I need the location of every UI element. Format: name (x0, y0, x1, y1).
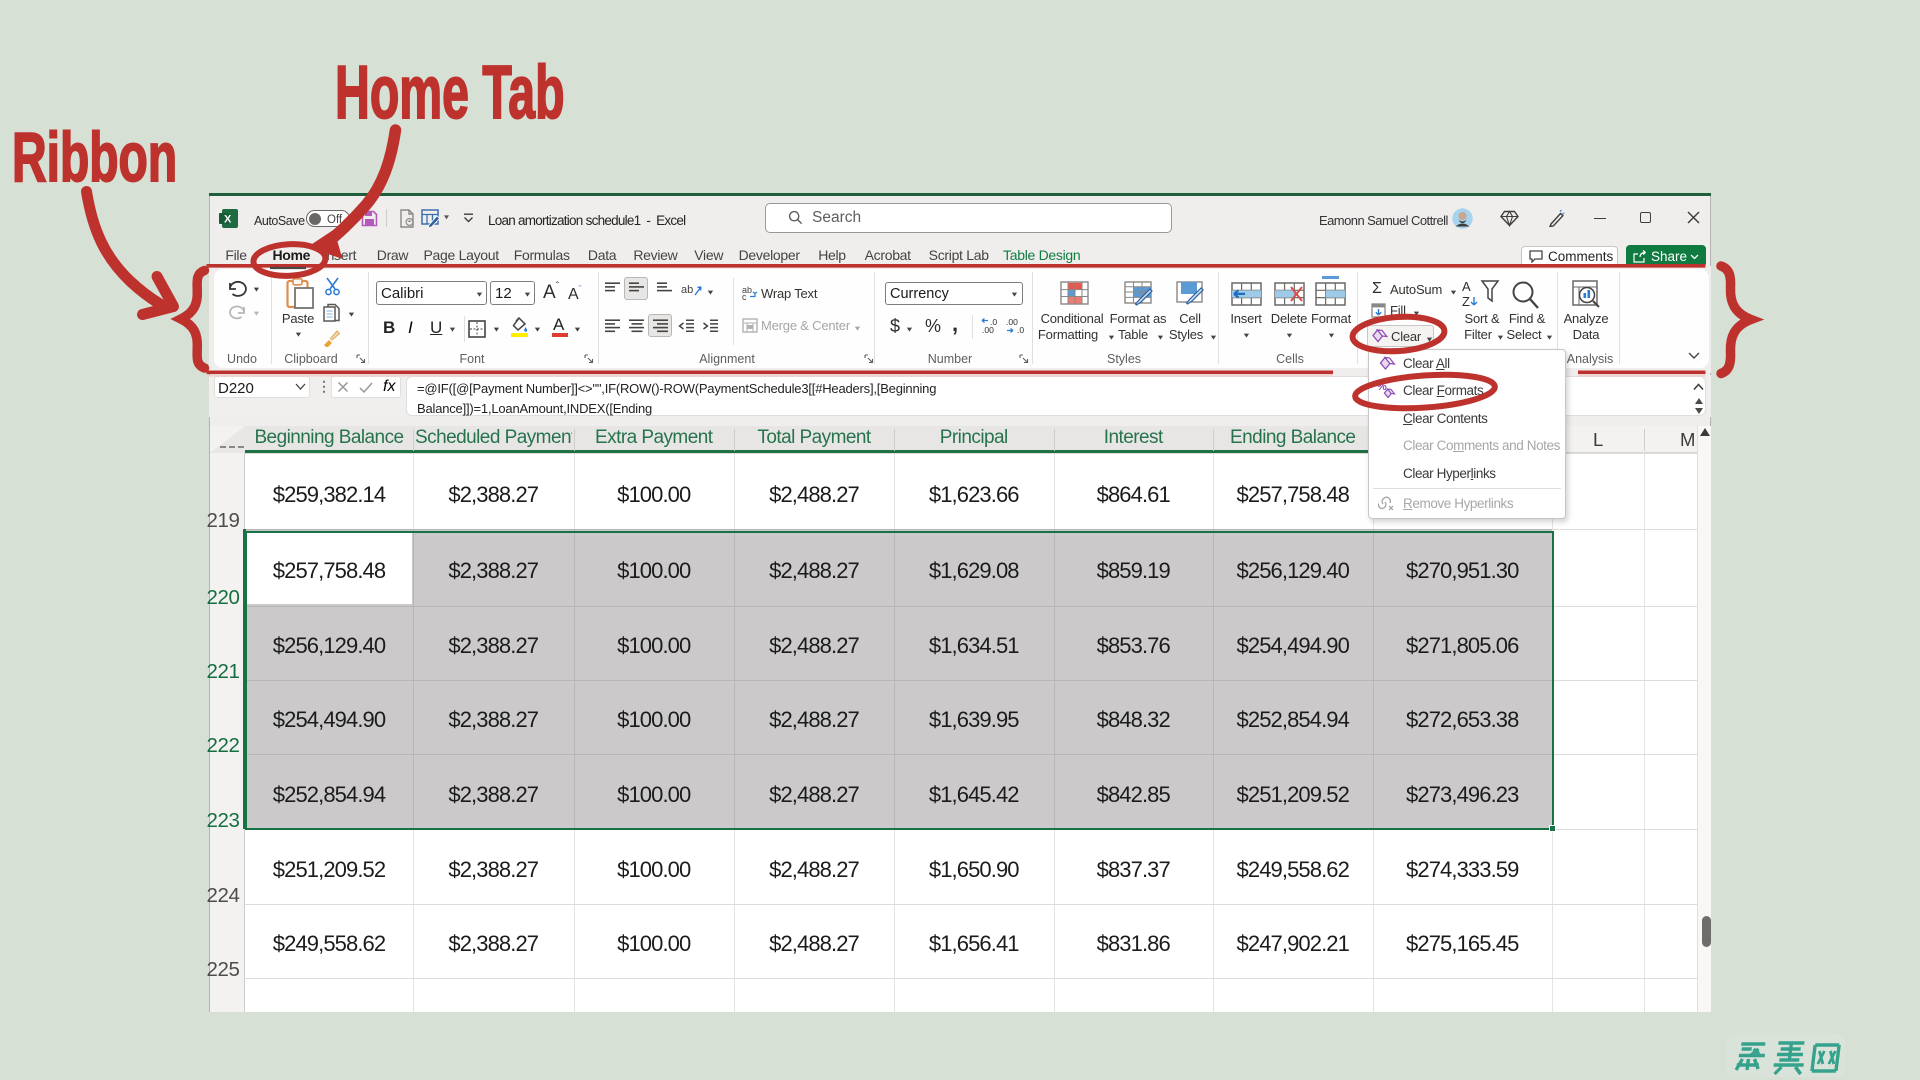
svg-text:X: X (224, 214, 232, 226)
svg-text:ab: ab (681, 284, 693, 296)
svg-text:A: A (1462, 279, 1471, 294)
svg-text:.00: .00 (982, 325, 994, 335)
svg-text:Z: Z (1462, 294, 1470, 309)
svg-text:c: c (742, 292, 747, 301)
svg-text:.0: .0 (1017, 325, 1024, 335)
